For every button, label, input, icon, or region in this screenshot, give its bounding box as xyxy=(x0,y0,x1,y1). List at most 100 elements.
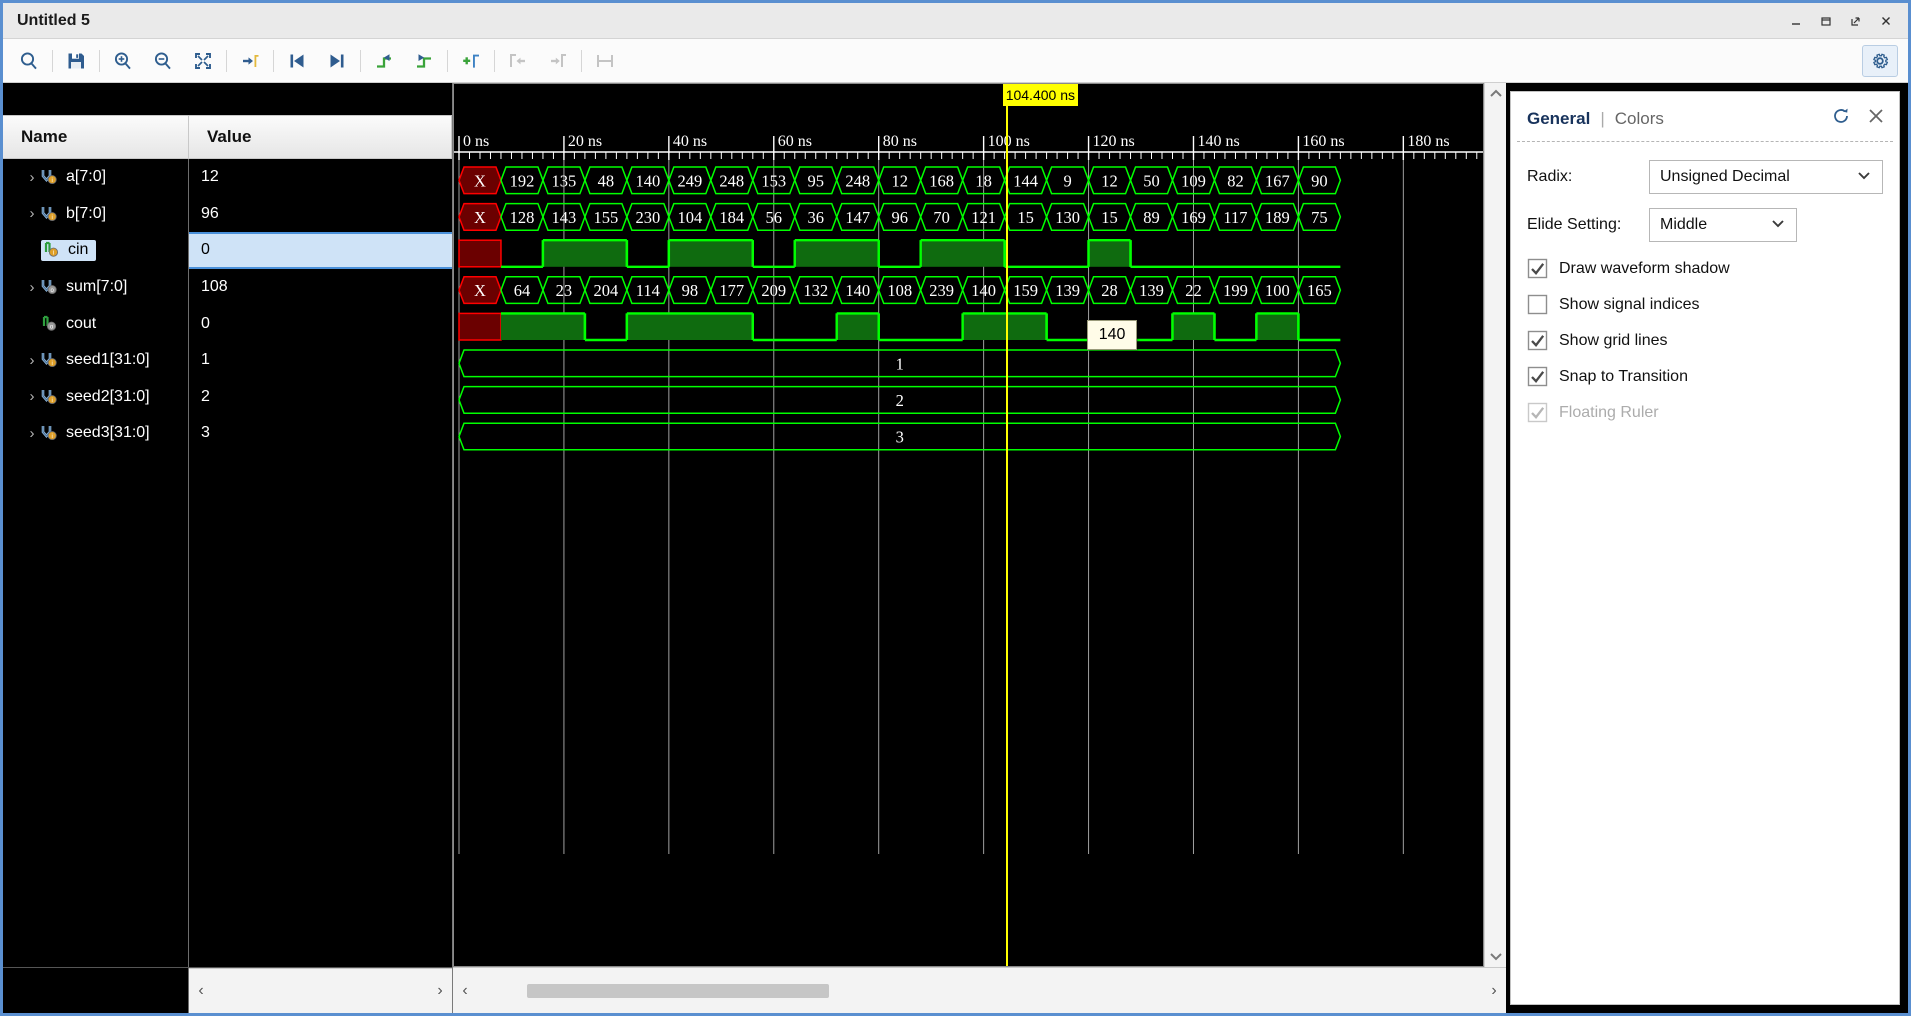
svg-text:135: 135 xyxy=(552,171,577,190)
checkbox-box-icon xyxy=(1527,366,1548,387)
signal-value-cell[interactable]: 3 xyxy=(189,415,452,452)
checkbox-show-grid-lines[interactable]: Show grid lines xyxy=(1527,330,1883,351)
signal-row-cin[interactable]: ›icin xyxy=(3,232,188,269)
signal-row-a70[interactable]: ›ia[7:0] xyxy=(3,159,188,196)
expand-toggle-icon[interactable]: › xyxy=(23,169,41,186)
waveform-main: 0 ns20 ns40 ns60 ns80 ns100 ns120 ns140 … xyxy=(453,83,1506,967)
waveform-canvas[interactable]: 0 ns20 ns40 ns60 ns80 ns100 ns120 ns140 … xyxy=(453,83,1484,967)
checkbox-draw-waveform-shadow[interactable]: Draw waveform shadow xyxy=(1527,258,1883,279)
gear-icon[interactable] xyxy=(1862,45,1898,77)
svg-text:50: 50 xyxy=(1143,171,1160,190)
title-bar: Untitled 5 xyxy=(3,3,1908,39)
zoom-fit-icon[interactable] xyxy=(183,44,223,78)
signal-row-sum70[interactable]: ›osum[7:0] xyxy=(3,269,188,306)
signal-value-cell[interactable]: 2 xyxy=(189,379,452,416)
measure-icon xyxy=(585,44,625,78)
wave-scroll-track[interactable] xyxy=(477,968,1482,1013)
svg-text:139: 139 xyxy=(1139,281,1164,300)
close-icon[interactable] xyxy=(1867,107,1885,130)
checkbox-snap-to-transition[interactable]: Snap to Transition xyxy=(1527,366,1883,387)
expand-toggle-icon[interactable]: › xyxy=(23,279,41,296)
signal-horizontal-scrollbar[interactable]: ‹ › xyxy=(189,968,452,1013)
radix-select[interactable]: Unsigned Decimal xyxy=(1649,160,1883,194)
signal-value-cell[interactable]: 96 xyxy=(189,196,452,233)
signal-row-seed3310[interactable]: ›iseed3[31:0] xyxy=(3,415,188,452)
svg-text:169: 169 xyxy=(1181,208,1206,227)
svg-text:9: 9 xyxy=(1063,171,1071,190)
search-icon[interactable] xyxy=(9,44,49,78)
checkbox-label: Show signal indices xyxy=(1559,296,1700,314)
signal-value-cell[interactable]: 12 xyxy=(189,159,452,196)
column-header-name[interactable]: Name xyxy=(3,115,189,159)
scroll-track[interactable] xyxy=(213,969,428,1013)
svg-text:104: 104 xyxy=(677,208,702,227)
elide-setting-select[interactable]: Middle xyxy=(1649,208,1797,242)
field-radix: Radix: Unsigned Decimal xyxy=(1527,160,1883,194)
restore-button[interactable] xyxy=(1812,8,1840,34)
signal-row-b70[interactable]: ›ib[7:0] xyxy=(3,196,188,233)
signal-value-cell[interactable]: 0 xyxy=(189,232,452,269)
add-marker-icon[interactable] xyxy=(451,44,491,78)
svg-text:12: 12 xyxy=(891,171,908,190)
goto-marker-icon[interactable] xyxy=(230,44,270,78)
vertical-scroll-track[interactable] xyxy=(1485,105,1506,945)
panel-top-spacer xyxy=(3,83,452,115)
scroll-left-arrow[interactable]: ‹ xyxy=(189,969,213,1013)
wave-scroll-right-arrow[interactable]: › xyxy=(1482,968,1506,1013)
minimize-button[interactable] xyxy=(1782,8,1810,34)
previous-marker-icon[interactable] xyxy=(364,44,404,78)
window-title: Untitled 5 xyxy=(17,12,90,30)
checkbox-label: Snap to Transition xyxy=(1559,368,1688,386)
svg-text:168: 168 xyxy=(929,171,954,190)
cursor-time-label[interactable]: 104.400 ns xyxy=(1003,84,1078,106)
signal-value-cell[interactable]: 108 xyxy=(189,269,452,306)
signal-value-cell[interactable]: 0 xyxy=(189,305,452,342)
next-marker-icon[interactable] xyxy=(404,44,444,78)
next-transition-icon[interactable] xyxy=(317,44,357,78)
scroll-up-arrow[interactable] xyxy=(1485,83,1506,105)
expand-toggle-icon[interactable]: › xyxy=(23,352,41,369)
checkbox-show-signal-indices[interactable]: Show signal indices xyxy=(1527,294,1883,315)
svg-text:248: 248 xyxy=(719,171,744,190)
svg-text:165: 165 xyxy=(1307,281,1332,300)
zoom-out-icon[interactable] xyxy=(143,44,183,78)
field-elide-setting: Elide Setting: Middle xyxy=(1527,208,1883,242)
zoom-in-icon[interactable] xyxy=(103,44,143,78)
close-button[interactable] xyxy=(1872,8,1900,34)
scroll-right-arrow[interactable]: › xyxy=(428,969,452,1013)
waveform-horizontal-scrollbar[interactable]: ‹ › xyxy=(453,968,1506,1013)
tab-general[interactable]: General xyxy=(1527,109,1590,129)
wave-scroll-left-arrow[interactable]: ‹ xyxy=(453,968,477,1013)
signal-row-seed2310[interactable]: ›iseed2[31:0] xyxy=(3,379,188,416)
signal-table-header: Name Value xyxy=(3,115,452,159)
svg-text:249: 249 xyxy=(677,171,702,190)
svg-text:56: 56 xyxy=(766,208,783,227)
scroll-down-arrow[interactable] xyxy=(1485,945,1506,967)
save-icon[interactable] xyxy=(56,44,96,78)
previous-transition-icon[interactable] xyxy=(277,44,317,78)
column-header-value[interactable]: Value xyxy=(189,115,452,159)
expand-toggle-icon[interactable]: › xyxy=(23,388,41,405)
tab-colors[interactable]: Colors xyxy=(1615,109,1664,129)
signal-value-cell[interactable]: 1 xyxy=(189,342,452,379)
svg-text:96: 96 xyxy=(891,208,908,227)
toolbar xyxy=(3,39,1908,83)
svg-text:140: 140 xyxy=(635,171,660,190)
cursor-line[interactable] xyxy=(1006,84,1008,966)
svg-text:22: 22 xyxy=(1185,281,1202,300)
signal-row-cout[interactable]: ›ocout xyxy=(3,305,188,342)
signal-value-column: 129601080123 xyxy=(189,159,452,967)
expand-toggle-icon[interactable]: › xyxy=(23,205,41,222)
refresh-icon[interactable] xyxy=(1831,106,1851,131)
signal-name-label: a[7:0] xyxy=(66,168,106,186)
expand-toggle-icon[interactable]: › xyxy=(23,425,41,442)
waveform-vertical-scrollbar[interactable] xyxy=(1484,83,1506,967)
wave-scroll-thumb[interactable] xyxy=(527,984,829,998)
svg-text:143: 143 xyxy=(552,208,577,227)
svg-text:117: 117 xyxy=(1223,208,1247,227)
svg-text:i: i xyxy=(52,398,53,404)
radix-value: Unsigned Decimal xyxy=(1660,168,1790,186)
signal-row-seed1310[interactable]: ›iseed1[31:0] xyxy=(3,342,188,379)
svg-text:209: 209 xyxy=(761,281,786,300)
float-button[interactable] xyxy=(1842,8,1870,34)
